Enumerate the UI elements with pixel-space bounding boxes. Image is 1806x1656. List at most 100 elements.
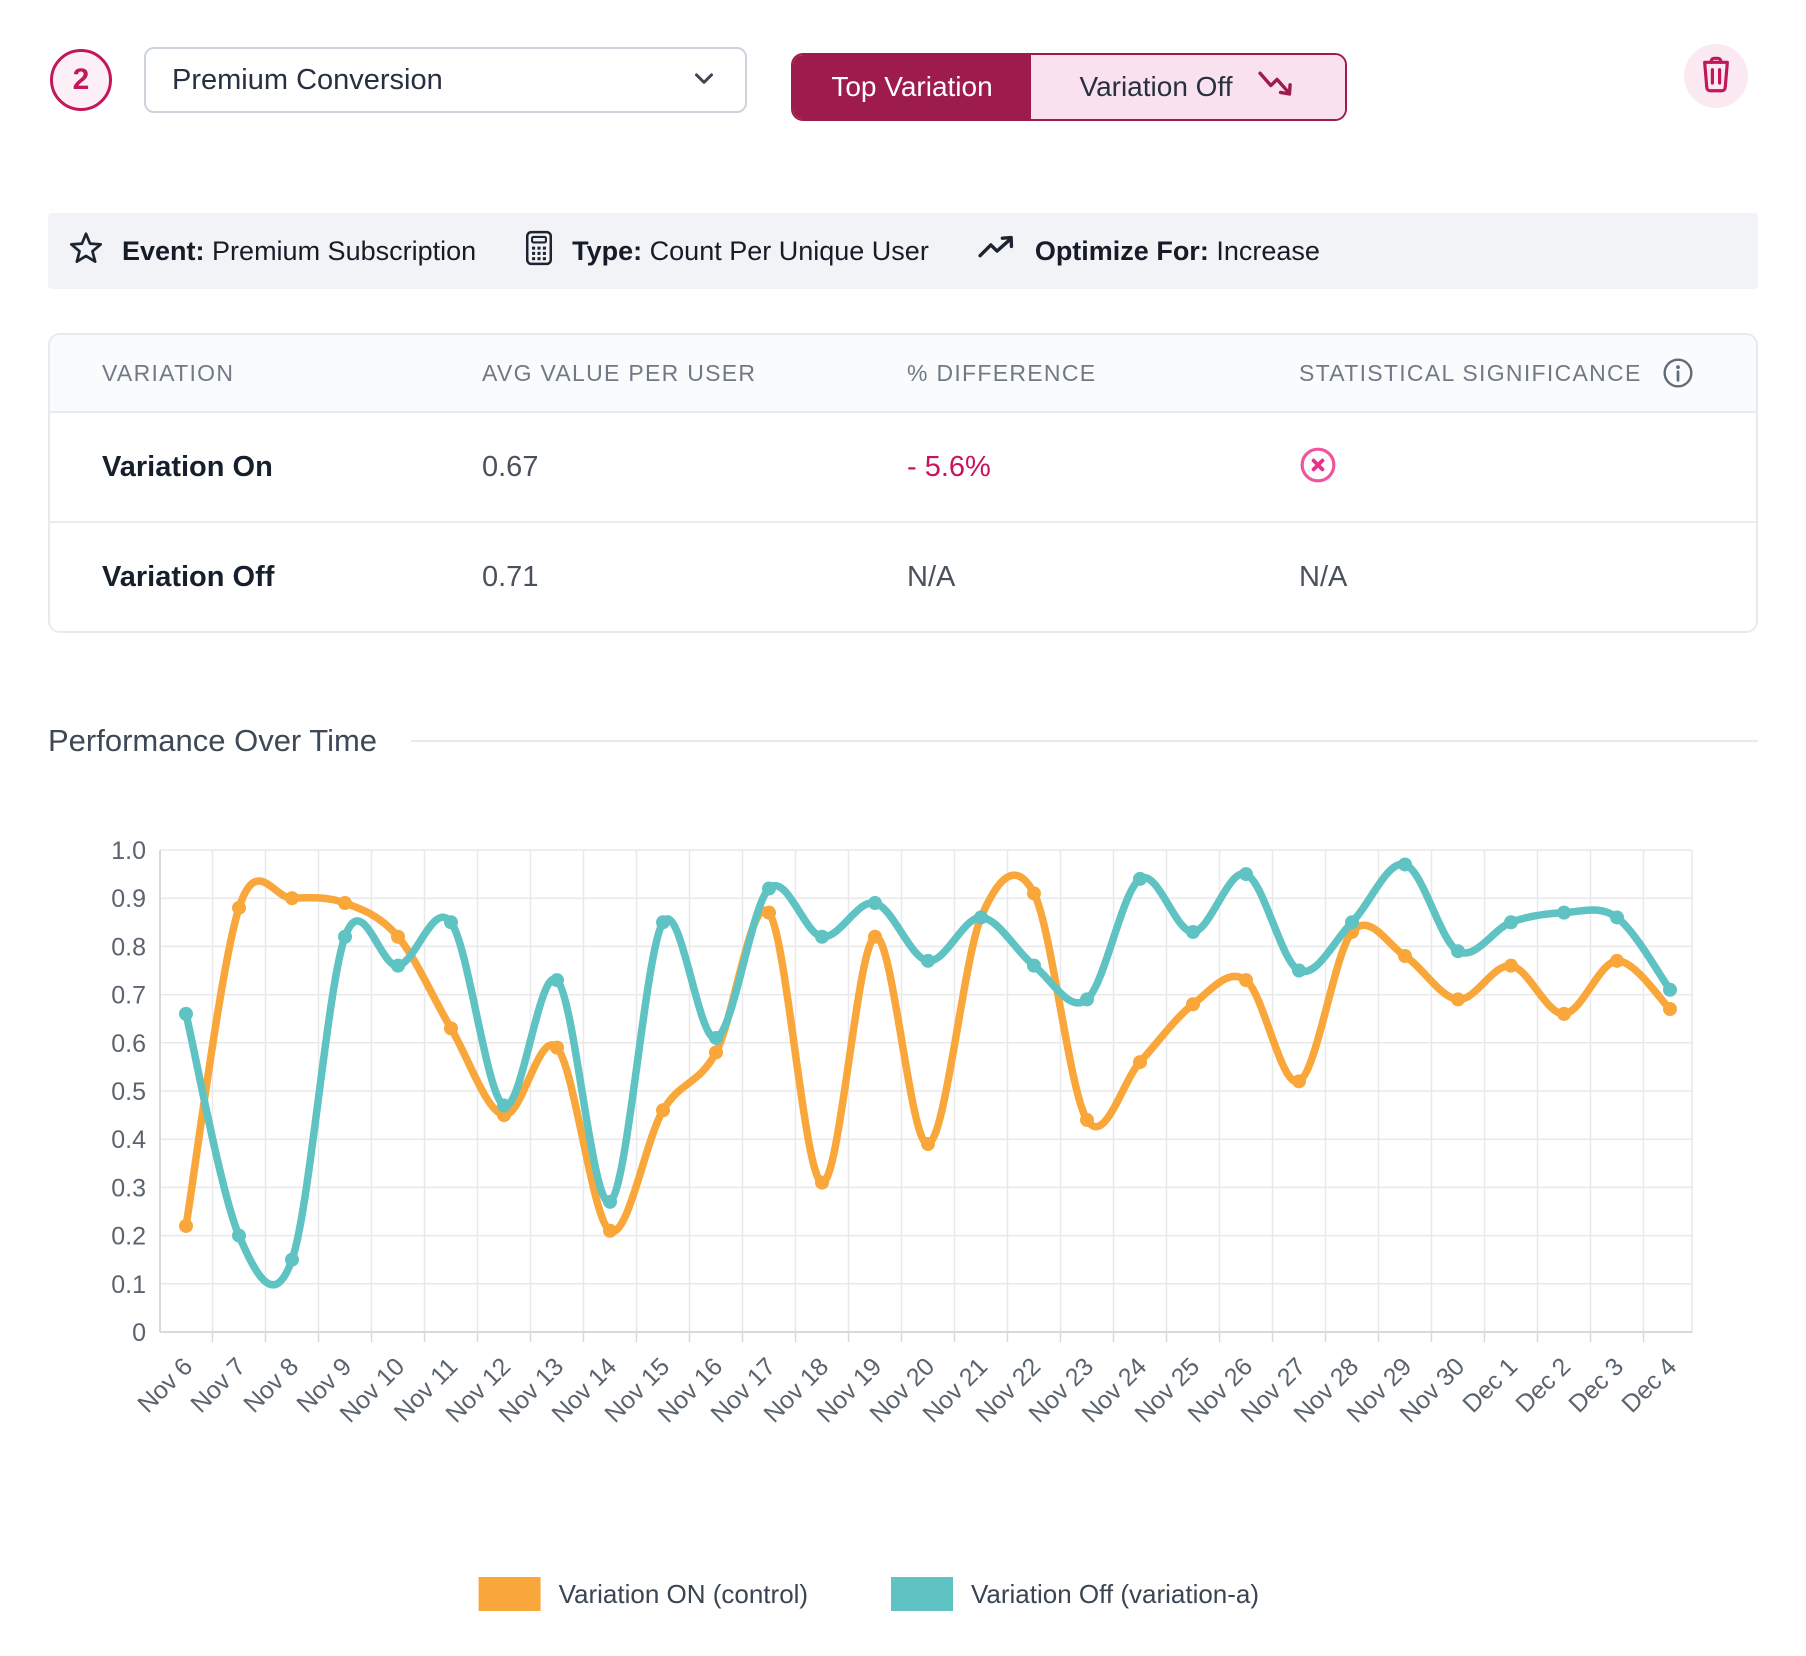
- delete-metric-button[interactable]: [1684, 44, 1748, 108]
- data-point: [709, 1031, 723, 1045]
- type-value: Count Per Unique User: [650, 236, 929, 266]
- data-point: [1133, 872, 1147, 886]
- row-variation-name: Variation On: [50, 451, 430, 484]
- row-avg-value: 0.67: [430, 451, 855, 484]
- top-variation-value-button[interactable]: Variation Off: [1031, 55, 1345, 119]
- data-point: [1239, 867, 1253, 881]
- table-row: Variation Off 0.71 N/A N/A: [50, 523, 1756, 631]
- data-point: [1398, 949, 1412, 963]
- table-header-row: VARIATION AVG VALUE PER USER % DIFFERENC…: [50, 335, 1756, 413]
- optimize-info: Optimize For: Increase: [977, 233, 1320, 270]
- data-point: [1080, 992, 1094, 1006]
- trend-down-icon: [1257, 68, 1297, 107]
- y-tick-label: 0: [132, 1319, 146, 1347]
- row-significance: [1247, 446, 1756, 489]
- info-circle-icon[interactable]: [1662, 357, 1694, 389]
- data-point: [1186, 925, 1200, 939]
- results-table: VARIATION AVG VALUE PER USER % DIFFERENC…: [48, 333, 1758, 633]
- data-point: [550, 973, 564, 987]
- legend-label: Variation ON (control): [559, 1579, 809, 1609]
- trash-icon: [1700, 56, 1732, 97]
- data-point: [1451, 944, 1465, 958]
- data-point: [285, 891, 299, 905]
- data-point: [179, 1007, 193, 1021]
- data-point: [1345, 915, 1359, 929]
- data-point: [1398, 857, 1412, 871]
- legend-label: Variation Off (variation-a): [971, 1579, 1259, 1609]
- x-tick-label: Nov 8: [238, 1352, 304, 1418]
- data-point: [497, 1098, 511, 1112]
- data-point: [232, 901, 246, 915]
- y-tick-label: 0.4: [111, 1126, 146, 1154]
- type-info: Type: Count Per Unique User: [524, 230, 929, 273]
- chevron-down-icon: [689, 63, 719, 98]
- x-circle-icon: [1299, 446, 1337, 489]
- top-variation-toggle: Top Variation Variation Off: [791, 53, 1347, 121]
- y-tick-label: 1.0: [111, 837, 146, 865]
- top-variation-value: Variation Off: [1079, 71, 1232, 103]
- data-point: [868, 930, 882, 944]
- data-point: [1610, 954, 1624, 968]
- x-tick-label: Dec 3: [1563, 1352, 1629, 1418]
- data-point: [1663, 983, 1677, 997]
- data-point: [232, 1229, 246, 1243]
- series-line: [186, 864, 1670, 1285]
- data-point: [444, 915, 458, 929]
- top-variation-label-button[interactable]: Top Variation: [793, 55, 1031, 119]
- data-point: [1292, 1074, 1306, 1088]
- table-row: Variation On 0.67 - 5.6%: [50, 413, 1756, 521]
- row-avg-value: 0.71: [430, 561, 855, 594]
- x-tick-label: Dec 2: [1510, 1352, 1576, 1418]
- data-point: [1239, 973, 1253, 987]
- data-point: [550, 1041, 564, 1055]
- metric-info-bar: Event: Premium Subscription Type: Count …: [48, 213, 1758, 289]
- calculator-icon: [524, 230, 554, 273]
- metric-dropdown[interactable]: Premium Conversion: [144, 47, 747, 113]
- data-point: [1080, 1113, 1094, 1127]
- data-point: [1504, 915, 1518, 929]
- star-icon: [68, 230, 104, 273]
- metric-dropdown-value: Premium Conversion: [172, 64, 443, 97]
- event-value: Premium Subscription: [212, 236, 476, 266]
- data-point: [974, 910, 988, 924]
- data-point: [391, 930, 405, 944]
- series-line: [186, 875, 1670, 1231]
- data-point: [1027, 886, 1041, 900]
- y-tick-label: 0.2: [111, 1223, 146, 1251]
- data-point: [868, 896, 882, 910]
- data-point: [338, 930, 352, 944]
- data-point: [1610, 910, 1624, 924]
- section-divider: [411, 740, 1758, 742]
- performance-section-header: Performance Over Time: [48, 723, 1758, 759]
- x-tick-label: Nov 6: [132, 1352, 198, 1418]
- legend-swatch: [479, 1577, 541, 1611]
- x-tick-label: Dec 4: [1616, 1352, 1682, 1418]
- data-point: [179, 1219, 193, 1233]
- data-point: [1663, 1002, 1677, 1016]
- row-variation-name: Variation Off: [50, 561, 430, 594]
- trend-up-icon: [977, 233, 1017, 270]
- data-point: [762, 882, 776, 896]
- y-tick-label: 0.8: [111, 933, 146, 961]
- data-point: [1027, 959, 1041, 973]
- header-avg-value: AVG VALUE PER USER: [430, 360, 855, 387]
- metric-index-badge: 2: [50, 49, 112, 111]
- y-tick-label: 0.3: [111, 1174, 146, 1202]
- optimize-label: Optimize For:: [1035, 236, 1209, 266]
- x-tick-label: Nov 7: [185, 1352, 251, 1418]
- type-label: Type:: [572, 236, 642, 266]
- data-point: [444, 1021, 458, 1035]
- y-tick-label: 0.5: [111, 1078, 146, 1106]
- data-point: [338, 896, 352, 910]
- section-title: Performance Over Time: [48, 723, 377, 759]
- optimize-value: Increase: [1216, 236, 1320, 266]
- y-tick-label: 0.7: [111, 982, 146, 1010]
- performance-chart: 1.00.90.80.70.60.50.40.30.20.10Nov 6Nov …: [0, 815, 1806, 1656]
- data-point: [1133, 1055, 1147, 1069]
- event-label: Event:: [122, 236, 205, 266]
- data-point: [921, 954, 935, 968]
- data-point: [815, 1176, 829, 1190]
- row-significance: N/A: [1247, 561, 1756, 594]
- y-tick-label: 0.1: [111, 1271, 146, 1299]
- data-point: [709, 1045, 723, 1059]
